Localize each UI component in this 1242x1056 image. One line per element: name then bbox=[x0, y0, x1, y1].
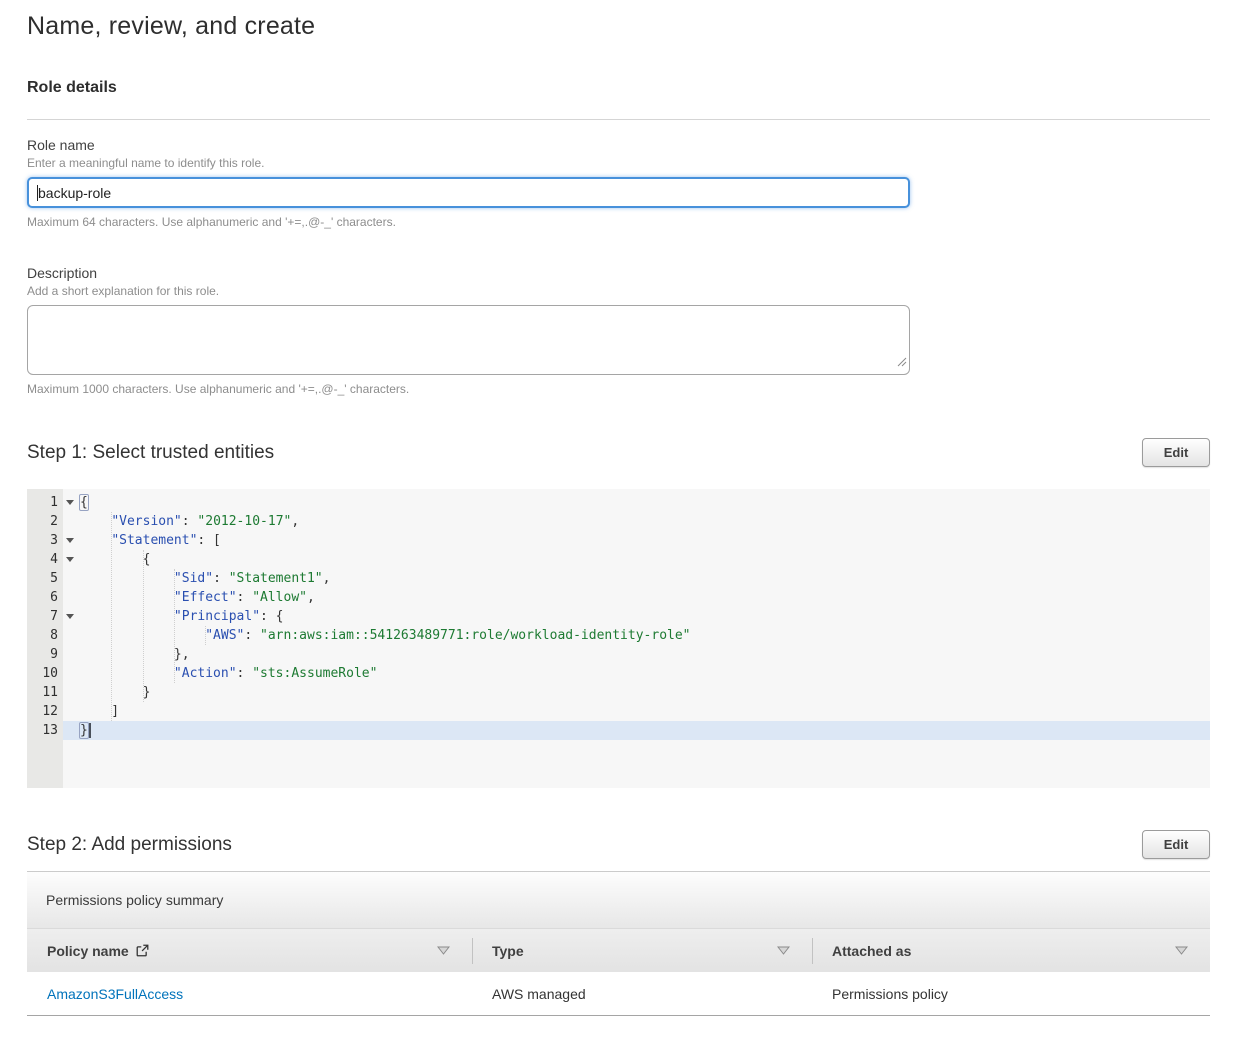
line-number: 9 bbox=[27, 645, 63, 664]
editor-text-cursor bbox=[89, 723, 91, 738]
page-title: Name, review, and create bbox=[27, 12, 1210, 41]
editor-line-10[interactable]: 10 "Action": "sts:AssumeRole" bbox=[27, 664, 1210, 683]
step1-heading: Step 1: Select trusted entities bbox=[27, 442, 274, 464]
code-text: "Principal": { bbox=[80, 607, 284, 626]
code-text: }, bbox=[80, 645, 190, 664]
fold-gutter bbox=[63, 531, 80, 550]
code-text: ] bbox=[80, 702, 119, 721]
column-header-label: Policy name bbox=[47, 943, 129, 959]
role-name-help: Enter a meaningful name to identify this… bbox=[27, 156, 1210, 170]
description-textarea[interactable] bbox=[27, 305, 910, 375]
description-help: Add a short explanation for this role. bbox=[27, 284, 1210, 298]
role-name-label: Role name bbox=[27, 137, 1210, 153]
fold-gutter bbox=[63, 588, 80, 607]
step1-edit-button[interactable]: Edit bbox=[1142, 438, 1210, 467]
trust-policy-editor[interactable]: 1{2 "Version": "2012-10-17",3 "Statement… bbox=[27, 489, 1210, 788]
fold-gutter bbox=[63, 664, 80, 683]
external-link-icon bbox=[136, 944, 149, 957]
column-header-policy-name[interactable]: Policy name bbox=[27, 929, 472, 972]
code-text: } bbox=[80, 721, 91, 740]
resize-handle-icon[interactable] bbox=[897, 354, 907, 372]
filter-triangle-icon[interactable] bbox=[437, 946, 450, 955]
fold-gutter bbox=[63, 550, 80, 569]
policy-type-value: AWS managed bbox=[472, 986, 812, 1002]
permissions-summary-panel: Permissions policy summary Policy name Ty… bbox=[27, 871, 1210, 1016]
column-header-label: Type bbox=[492, 943, 524, 959]
line-number: 12 bbox=[27, 702, 63, 721]
role-name-field: Role name Enter a meaningful name to ide… bbox=[27, 137, 1210, 229]
fold-arrow-icon[interactable] bbox=[66, 538, 74, 543]
code-text: } bbox=[80, 683, 150, 702]
description-constraint: Maximum 1000 characters. Use alphanumeri… bbox=[27, 382, 1210, 396]
line-number: 5 bbox=[27, 569, 63, 588]
fold-gutter bbox=[63, 721, 80, 740]
column-header-label: Attached as bbox=[832, 943, 911, 959]
editor-line-1[interactable]: 1{ bbox=[27, 493, 1210, 512]
step2-header: Step 2: Add permissions Edit bbox=[27, 830, 1210, 859]
role-name-input[interactable] bbox=[27, 177, 910, 208]
line-number: 4 bbox=[27, 550, 63, 569]
editor-line-6[interactable]: 6 "Effect": "Allow", bbox=[27, 588, 1210, 607]
description-field: Description Add a short explanation for … bbox=[27, 265, 1210, 396]
permissions-panel-title: Permissions policy summary bbox=[27, 871, 1210, 928]
line-number: 11 bbox=[27, 683, 63, 702]
filter-triangle-icon[interactable] bbox=[777, 946, 790, 955]
fold-gutter bbox=[63, 626, 80, 645]
code-text: "Statement": [ bbox=[80, 531, 221, 550]
policy-name-link[interactable]: AmazonS3FullAccess bbox=[47, 986, 183, 1002]
fold-arrow-icon[interactable] bbox=[66, 614, 74, 619]
description-label: Description bbox=[27, 265, 1210, 281]
code-text: "Action": "sts:AssumeRole" bbox=[80, 664, 377, 683]
iam-create-role-review-page: Name, review, and create Role details Ro… bbox=[0, 12, 1242, 1056]
section-divider bbox=[27, 119, 1210, 120]
table-row: AmazonS3FullAccess AWS managedPermissions… bbox=[27, 972, 1210, 1016]
line-number: 7 bbox=[27, 607, 63, 626]
fold-gutter bbox=[63, 493, 80, 512]
editor-line-2[interactable]: 2 "Version": "2012-10-17", bbox=[27, 512, 1210, 531]
editor-line-11[interactable]: 11 } bbox=[27, 683, 1210, 702]
line-number: 6 bbox=[27, 588, 63, 607]
fold-gutter bbox=[63, 645, 80, 664]
text-caret bbox=[37, 185, 38, 201]
line-number: 8 bbox=[27, 626, 63, 645]
line-number: 1 bbox=[27, 493, 63, 512]
fold-gutter bbox=[63, 683, 80, 702]
role-details-heading: Role details bbox=[27, 79, 1210, 97]
editor-line-5[interactable]: 5 "Sid": "Statement1", bbox=[27, 569, 1210, 588]
editor-line-13[interactable]: 13} bbox=[27, 721, 1210, 740]
fold-arrow-icon[interactable] bbox=[66, 557, 74, 562]
code-text: "AWS": "arn:aws:iam::541263489771:role/w… bbox=[80, 626, 691, 645]
code-text: "Version": "2012-10-17", bbox=[80, 512, 299, 531]
editor-line-9[interactable]: 9 }, bbox=[27, 645, 1210, 664]
fold-gutter bbox=[63, 607, 80, 626]
editor-line-8[interactable]: 8 "AWS": "arn:aws:iam::541263489771:role… bbox=[27, 626, 1210, 645]
column-header-attached-as[interactable]: Attached as bbox=[812, 929, 1210, 972]
fold-gutter bbox=[63, 569, 80, 588]
step2-heading: Step 2: Add permissions bbox=[27, 834, 232, 856]
code-text: { bbox=[80, 493, 88, 512]
fold-arrow-icon[interactable] bbox=[66, 500, 74, 505]
fold-gutter bbox=[63, 512, 80, 531]
permissions-table-header: Policy name Type Attached as bbox=[27, 928, 1210, 972]
role-name-constraint: Maximum 64 characters. Use alphanumeric … bbox=[27, 215, 1210, 229]
step1-header: Step 1: Select trusted entities Edit bbox=[27, 438, 1210, 467]
line-number: 13 bbox=[27, 721, 63, 740]
code-text: "Effect": "Allow", bbox=[80, 588, 315, 607]
role-details-section: Role details Role name Enter a meaningfu… bbox=[27, 79, 1210, 396]
column-header-type[interactable]: Type bbox=[472, 929, 812, 972]
editor-line-4[interactable]: 4 { bbox=[27, 550, 1210, 569]
step2-edit-button[interactable]: Edit bbox=[1142, 830, 1210, 859]
editor-line-7[interactable]: 7 "Principal": { bbox=[27, 607, 1210, 626]
fold-gutter bbox=[63, 702, 80, 721]
line-number: 10 bbox=[27, 664, 63, 683]
editor-line-3[interactable]: 3 "Statement": [ bbox=[27, 531, 1210, 550]
code-text: { bbox=[80, 550, 150, 569]
permissions-table-body: AmazonS3FullAccess AWS managedPermissions… bbox=[27, 972, 1210, 1016]
filter-triangle-icon[interactable] bbox=[1175, 946, 1188, 955]
attached-as-value: Permissions policy bbox=[812, 986, 1210, 1002]
line-number: 3 bbox=[27, 531, 63, 550]
line-number: 2 bbox=[27, 512, 63, 531]
editor-line-12[interactable]: 12 ] bbox=[27, 702, 1210, 721]
code-text: "Sid": "Statement1", bbox=[80, 569, 330, 588]
